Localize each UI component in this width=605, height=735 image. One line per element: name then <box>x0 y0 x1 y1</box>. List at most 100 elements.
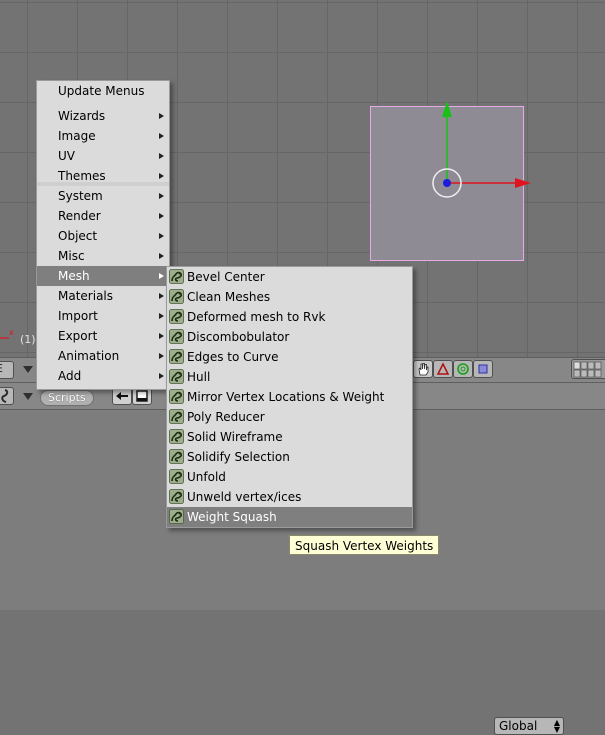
menu-item-wizards[interactable]: Wizards <box>37 106 169 126</box>
ring-icon <box>457 363 469 375</box>
script-header-collapse-icon[interactable] <box>23 393 33 400</box>
menu-item-object[interactable]: Object <box>37 226 169 246</box>
python-script-icon <box>169 509 184 524</box>
python-snake-icon <box>1 389 9 403</box>
menu-item-misc[interactable]: Misc <box>37 246 169 266</box>
layer-buttons[interactable] <box>571 359 605 379</box>
menu-item-uv[interactable]: UV <box>37 146 169 166</box>
menu-item-system[interactable]: System <box>37 186 169 206</box>
arrow-left-icon <box>116 392 128 400</box>
menu-item-add[interactable]: Add <box>37 366 169 386</box>
submenu-arrow-icon <box>159 293 164 299</box>
mesh-script-clean-meshes[interactable]: Clean Meshes <box>167 287 412 307</box>
python-script-icon <box>169 449 184 464</box>
mesh-script-label: Edges to Curve <box>187 350 279 364</box>
mesh-script-label: Hull <box>187 370 211 384</box>
submenu-arrow-icon <box>159 253 164 259</box>
svg-text:x: x <box>9 328 14 337</box>
mesh-script-label: Clean Meshes <box>187 290 271 304</box>
submenu-arrow-icon <box>159 353 164 359</box>
python-script-icon <box>169 329 184 344</box>
mesh-script-discombobulator[interactable]: Discombobulator <box>167 327 412 347</box>
menu-item-export[interactable]: Export <box>37 326 169 346</box>
mesh-script-label: Solidify Selection <box>187 450 290 464</box>
translate-manipulator-button[interactable] <box>433 360 453 378</box>
menu-item-label: UV <box>58 149 75 163</box>
square-icon <box>478 364 488 374</box>
python-script-icon <box>169 429 184 444</box>
menu-item-label: Misc <box>58 249 85 263</box>
script-window-type-button[interactable] <box>0 387 14 405</box>
submenu-arrow-icon <box>159 133 164 139</box>
hand-icon <box>418 363 429 376</box>
tooltip: Squash Vertex Weights <box>289 535 440 555</box>
python-script-icon <box>169 389 184 404</box>
menu-item-label: Update Menus <box>58 84 145 98</box>
menu-item-label: Animation <box>58 349 120 363</box>
mesh-script-bevel-center[interactable]: Bevel Center <box>167 267 412 287</box>
scripts-menu: Update Menus Wizards Image UV Themes System Re… <box>36 80 170 390</box>
submenu-arrow-icon <box>159 113 164 119</box>
header-collapse-icon[interactable] <box>23 366 33 373</box>
mesh-script-weight-squash[interactable]: Weight Squash <box>167 507 412 527</box>
transform-manipulator[interactable] <box>420 95 540 205</box>
mesh-script-solidify-selection[interactable]: Solidify Selection <box>167 447 412 467</box>
mesh-script-unfold[interactable]: Unfold <box>167 467 412 487</box>
mesh-script-label: Mirror Vertex Locations & Weight <box>187 390 385 404</box>
mesh-submenu: Bevel Center Clean Meshes Deformed mesh to… <box>166 266 413 528</box>
submenu-arrow-icon <box>159 193 164 199</box>
menu-item-label: System <box>58 189 103 203</box>
python-script-icon <box>169 289 184 304</box>
transform-orientation-select[interactable]: Global ▲ ▼ <box>494 717 564 735</box>
menu-item-materials[interactable]: Materials <box>37 286 169 306</box>
menu-item-update-menus[interactable]: Update Menus <box>37 81 169 101</box>
menu-item-label: Export <box>58 329 98 343</box>
submenu-arrow-icon <box>159 153 164 159</box>
frame-label: (1) <box>20 333 36 346</box>
mesh-script-deformed-mesh-to-rvk[interactable]: Deformed mesh to Rvk <box>167 307 412 327</box>
submenu-arrow-icon <box>159 173 164 179</box>
scripts-menu-button[interactable]: Scripts <box>40 390 94 406</box>
submenu-arrow-icon <box>159 233 164 239</box>
submenu-arrow-icon <box>159 273 164 279</box>
python-script-icon <box>169 369 184 384</box>
menu-item-label: Materials <box>58 289 114 303</box>
triangle-icon <box>436 362 450 375</box>
mesh-script-solid-wireframe[interactable]: Solid Wireframe <box>167 427 412 447</box>
menu-item-image[interactable]: Image <box>37 126 169 146</box>
mesh-script-edges-to-curve[interactable]: Edges to Curve <box>167 347 412 367</box>
submenu-arrow-icon <box>159 373 164 379</box>
object-center-dot <box>443 179 451 187</box>
menu-item-label: Wizards <box>58 109 106 123</box>
menu-item-mesh[interactable]: Mesh <box>37 266 169 286</box>
python-script-icon <box>169 409 184 424</box>
python-script-icon <box>169 269 184 284</box>
menu-item-label: Object <box>58 229 98 243</box>
submenu-arrow-icon <box>159 333 164 339</box>
menu-item-render[interactable]: Render <box>37 206 169 226</box>
mesh-script-label: Deformed mesh to Rvk <box>187 310 326 324</box>
python-script-icon <box>169 489 184 504</box>
menu-item-label: Add <box>58 369 82 383</box>
menu-item-animation[interactable]: Animation <box>37 346 169 366</box>
x-axis-arrow <box>515 178 531 188</box>
mesh-script-label: Bevel Center <box>187 270 265 284</box>
python-script-icon <box>169 309 184 324</box>
y-axis-arrow <box>442 101 452 117</box>
mesh-script-hull[interactable]: Hull <box>167 367 412 387</box>
menu-item-label: Themes <box>58 169 106 183</box>
menu-item-import[interactable]: Import <box>37 306 169 326</box>
mesh-script-label: Unfold <box>187 470 226 484</box>
menu-item-themes[interactable]: Themes <box>37 166 169 186</box>
python-script-icon <box>169 469 184 484</box>
mesh-script-unweld-vertex-ices[interactable]: Unweld vertex/ices <box>167 487 412 507</box>
mesh-script-label: Poly Reducer <box>187 410 265 424</box>
menu-item-label: Image <box>58 129 96 143</box>
mesh-script-mirror-vertex-locations-weight[interactable]: Mirror Vertex Locations & Weight <box>167 387 412 407</box>
rotate-manipulator-button[interactable] <box>453 360 473 378</box>
mesh-script-poly-reducer[interactable]: Poly Reducer <box>167 407 412 427</box>
scale-manipulator-button[interactable] <box>473 360 493 378</box>
select-arrows-icon: ▲ ▼ <box>553 718 560 734</box>
manipulator-toggle-button[interactable] <box>413 360 433 378</box>
window-type-button[interactable]: E <box>0 361 14 379</box>
